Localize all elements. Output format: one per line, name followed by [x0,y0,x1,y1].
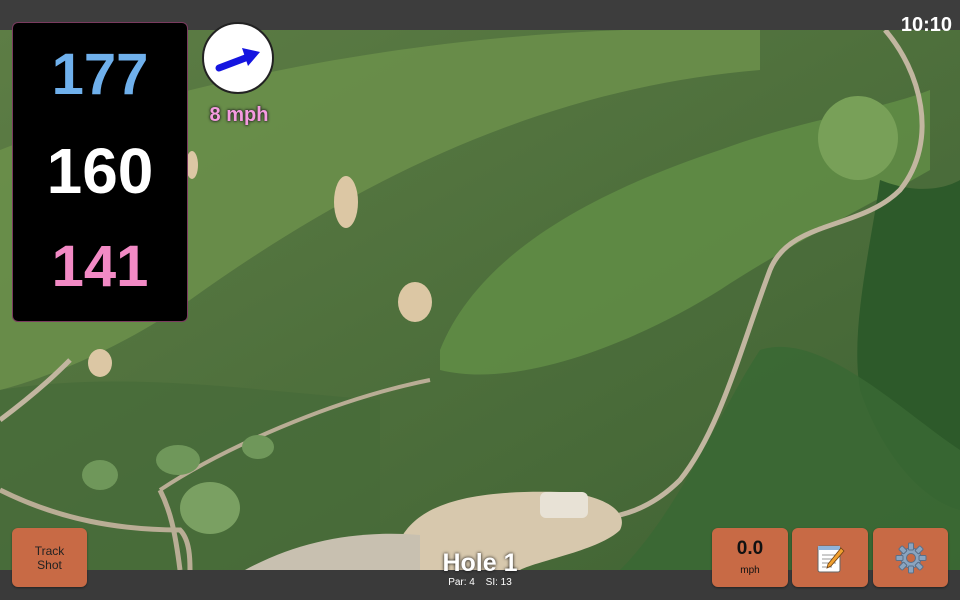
settings-button[interactable] [873,528,948,587]
hole-info: Par: 4 SI: 13 [380,577,580,588]
speed-value: 0.0 [736,538,764,559]
hole-title: Hole 1 [442,549,518,577]
speed-unit: mph [740,565,760,576]
yardage-panel: 177 160 141 [12,22,188,322]
wind-speed: 8 mph [209,104,269,126]
distance-middle: 160 [46,135,154,207]
hole-si: SI: 13 [485,577,512,588]
speed-button[interactable]: 0.0 mph [712,528,788,587]
distance-back: 177 [51,42,149,107]
arrow-icon [215,48,260,72]
hole-par: Par: 4 [448,577,475,588]
notes-button[interactable] [792,528,868,587]
wind-indicator [202,22,274,94]
gear-icon [895,542,926,573]
notepad-icon [817,545,845,572]
distance-front: 141 [51,234,149,299]
track-shot-button[interactable]: Track Shot [12,528,87,587]
track-shot-label: Track Shot [34,544,65,572]
clock: 10:10 [900,14,952,36]
